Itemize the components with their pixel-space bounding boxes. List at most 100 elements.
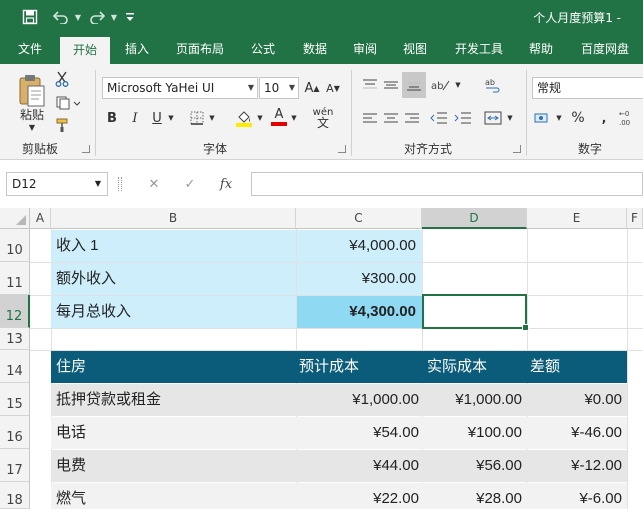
- extra-income-amount-cell[interactable]: ¥300.00: [297, 263, 422, 295]
- actual-cost-cell[interactable]: ¥100.00: [422, 417, 527, 449]
- difference-cell[interactable]: ¥0.00: [527, 384, 627, 416]
- underline-dropdown-icon[interactable]: ▼: [165, 108, 177, 128]
- customize-qat-icon[interactable]: [122, 0, 138, 34]
- merge-dropdown-icon[interactable]: ▼: [504, 108, 516, 128]
- format-painter-icon[interactable]: [54, 116, 72, 134]
- projected-cost-header[interactable]: 预计成本: [296, 351, 422, 383]
- undo-dropdown-icon[interactable]: ▼: [72, 0, 84, 34]
- font-color-dropdown-icon[interactable]: ▼: [288, 108, 300, 128]
- extra-income-label-cell[interactable]: 额外收入: [51, 263, 296, 295]
- row-header-10[interactable]: 10: [0, 229, 30, 262]
- column-header-b[interactable]: B: [51, 208, 296, 229]
- wrap-text-icon[interactable]: ab: [482, 74, 504, 96]
- actual-cost-cell[interactable]: ¥28.00: [422, 483, 527, 509]
- cancel-icon[interactable]: ✕: [136, 177, 172, 192]
- difference-header[interactable]: 差额: [527, 351, 627, 383]
- tab-home[interactable]: 开始: [60, 37, 110, 64]
- housing-category-header[interactable]: 住房: [51, 351, 296, 383]
- splitter-handle[interactable]: [118, 177, 122, 191]
- font-name-select[interactable]: Microsoft YaHei UI ▼: [102, 77, 258, 99]
- copy-icon[interactable]: [54, 94, 82, 112]
- tab-developer[interactable]: 开发工具: [446, 34, 512, 64]
- orientation-icon[interactable]: ab: [430, 74, 452, 96]
- top-align-icon[interactable]: [360, 74, 380, 96]
- borders-icon[interactable]: [188, 108, 206, 128]
- bottom-align-icon[interactable]: [402, 72, 426, 98]
- increase-indent-icon[interactable]: [452, 108, 474, 128]
- column-header-e[interactable]: E: [527, 208, 627, 229]
- active-cell-d12[interactable]: [422, 294, 529, 331]
- tab-insert[interactable]: 插入: [116, 34, 158, 64]
- bold-button[interactable]: B: [103, 108, 121, 128]
- projected-cost-cell[interactable]: ¥44.00: [296, 450, 422, 482]
- row-header-15[interactable]: 15: [0, 383, 30, 416]
- fill-color-icon[interactable]: [234, 108, 254, 128]
- tab-help[interactable]: 帮助: [520, 34, 562, 64]
- projected-cost-cell[interactable]: ¥1,000.00: [296, 384, 422, 416]
- phonetic-guide-icon[interactable]: wén 文: [310, 106, 336, 130]
- underline-button[interactable]: U: [149, 108, 165, 128]
- redo-icon[interactable]: [86, 0, 108, 34]
- column-header-f[interactable]: F: [627, 208, 643, 229]
- projected-cost-cell[interactable]: ¥22.00: [296, 483, 422, 509]
- number-format-select[interactable]: 常规: [532, 77, 643, 99]
- fill-color-dropdown-icon[interactable]: ▼: [254, 108, 266, 128]
- row-header-16[interactable]: 16: [0, 416, 30, 449]
- row-header-12[interactable]: 12: [0, 295, 30, 328]
- align-center-icon[interactable]: [381, 108, 401, 128]
- borders-dropdown-icon[interactable]: ▼: [206, 108, 218, 128]
- row-header-17[interactable]: 17: [0, 449, 30, 482]
- cut-icon[interactable]: [54, 70, 70, 88]
- insert-function-icon[interactable]: fx: [208, 177, 244, 192]
- total-income-amount-cell[interactable]: ¥4,300.00: [297, 296, 422, 328]
- clipboard-launcher-icon[interactable]: [82, 145, 90, 153]
- tab-data[interactable]: 数据: [294, 34, 336, 64]
- row-header-11[interactable]: 11: [0, 262, 30, 295]
- column-header-a[interactable]: A: [30, 208, 51, 229]
- housing-item-cell[interactable]: 电话: [51, 417, 296, 449]
- font-size-select[interactable]: 10 ▼: [259, 77, 299, 99]
- row-header-14[interactable]: 14: [0, 350, 30, 383]
- orientation-dropdown-icon[interactable]: ▼: [452, 74, 464, 96]
- column-header-c[interactable]: C: [296, 208, 422, 229]
- undo-icon[interactable]: [50, 0, 72, 34]
- decrease-indent-icon[interactable]: [428, 108, 450, 128]
- difference-cell[interactable]: ¥-46.00: [527, 417, 627, 449]
- income-amount-cell[interactable]: ¥4,000.00: [297, 230, 422, 262]
- italic-button[interactable]: I: [126, 108, 144, 128]
- total-income-label-cell[interactable]: 每月总收入: [51, 296, 296, 328]
- tab-file[interactable]: 文件: [8, 34, 52, 64]
- align-left-icon[interactable]: [360, 108, 380, 128]
- alignment-launcher-icon[interactable]: [513, 145, 521, 153]
- merge-center-icon[interactable]: [482, 108, 504, 128]
- tab-view[interactable]: 视图: [394, 34, 436, 64]
- name-box[interactable]: D12 ▼: [6, 172, 108, 196]
- paste-dropdown-icon[interactable]: ▼: [24, 122, 40, 132]
- increase-decimal-icon[interactable]: ←0.00: [618, 106, 640, 130]
- tab-page-layout[interactable]: 页面布局: [168, 34, 232, 64]
- middle-align-icon[interactable]: [381, 74, 401, 96]
- percent-style-button[interactable]: %: [568, 108, 588, 128]
- comma-style-icon[interactable]: ,: [596, 108, 612, 128]
- paste-button[interactable]: 粘贴: [10, 106, 54, 122]
- enter-icon[interactable]: ✓: [172, 177, 208, 192]
- tab-review[interactable]: 审阅: [344, 34, 386, 64]
- redo-dropdown-icon[interactable]: ▼: [108, 0, 120, 34]
- formula-input[interactable]: [251, 172, 643, 196]
- housing-item-cell[interactable]: 电费: [51, 450, 296, 482]
- accounting-format-icon[interactable]: [532, 108, 554, 128]
- select-all-corner[interactable]: [0, 208, 30, 229]
- row-header-18[interactable]: 18: [0, 482, 30, 509]
- increase-font-size-icon[interactable]: A ▲: [303, 77, 321, 99]
- row-header-13[interactable]: 13: [0, 328, 30, 350]
- difference-cell[interactable]: ¥-6.00: [527, 483, 627, 509]
- save-icon[interactable]: [16, 0, 44, 34]
- tab-baidu-netdisk[interactable]: 百度网盘: [572, 34, 638, 64]
- projected-cost-cell[interactable]: ¥54.00: [296, 417, 422, 449]
- actual-cost-cell[interactable]: ¥56.00: [422, 450, 527, 482]
- actual-cost-header[interactable]: 实际成本: [422, 351, 527, 383]
- font-launcher-icon[interactable]: [338, 145, 346, 153]
- income-label-cell[interactable]: 收入 1: [51, 230, 296, 262]
- align-right-icon[interactable]: [402, 108, 422, 128]
- decrease-font-size-icon[interactable]: A ▼: [324, 77, 342, 99]
